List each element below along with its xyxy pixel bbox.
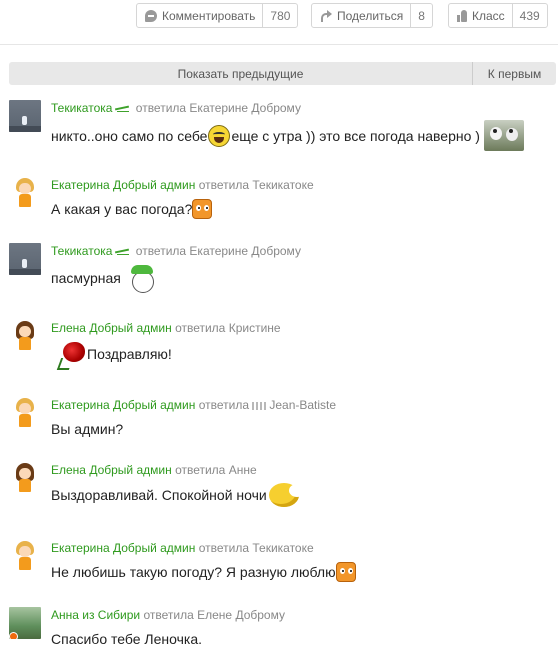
comment-header: Анна из Сибири ответила Елене Доброму xyxy=(51,607,285,623)
author-link[interactable]: Текикатока xyxy=(51,101,112,115)
comment-text-part: Вы админ? xyxy=(51,421,124,437)
meme-face-smiley-icon xyxy=(129,263,155,293)
like-icon xyxy=(457,9,467,22)
comment-icon xyxy=(145,9,157,22)
share-button[interactable]: Поделиться 8 xyxy=(311,3,433,28)
to-first-button[interactable]: К первым xyxy=(472,62,556,85)
share-count: 8 xyxy=(410,4,432,27)
comment-text: Поздравляю! xyxy=(51,338,172,370)
like-count: 439 xyxy=(511,4,547,27)
author-link[interactable]: Текикатока xyxy=(51,244,112,258)
reply-target-link[interactable]: Кристине xyxy=(229,321,281,335)
like-label: Класс xyxy=(472,8,505,23)
comment-text-part: Не любишь такую погоду? Я разную люблю xyxy=(51,564,336,580)
reply-verb: ответила xyxy=(135,101,187,115)
comment-button[interactable]: Комментировать 780 xyxy=(136,3,299,28)
comment-text-part: никто..оно само по себе xyxy=(51,127,208,144)
show-previous-button[interactable]: Показать предыдущие xyxy=(9,62,472,85)
comment-header: Екатерина Добрый админ ответила Текикато… xyxy=(51,540,314,556)
status-mark-icon xyxy=(115,248,130,256)
comment-text: А какая у вас погода? xyxy=(51,197,213,221)
reply-target-link[interactable]: Елене Доброму xyxy=(197,608,285,622)
birds-sticker-icon xyxy=(483,120,524,151)
comments-nav-bar: Показать предыдущие К первым xyxy=(9,62,556,85)
reply-verb: ответила xyxy=(135,244,187,258)
author-link[interactable]: Елена Добрый админ xyxy=(51,321,172,335)
avatar[interactable] xyxy=(9,320,41,352)
laughing-smiley-icon xyxy=(208,124,231,147)
comment-text-part: А какая у вас погода? xyxy=(51,201,193,217)
share-icon xyxy=(320,9,332,22)
avatar[interactable] xyxy=(9,462,41,494)
avatar[interactable] xyxy=(9,607,41,639)
avatar[interactable] xyxy=(9,100,41,132)
avatar[interactable] xyxy=(9,243,41,275)
comment-text: Спасибо тебе Леночка. xyxy=(51,627,202,651)
reply-target-link[interactable]: Екатерине Доброму xyxy=(189,244,301,258)
author-link[interactable]: Екатерина Добрый админ xyxy=(51,398,195,412)
reply-target-link[interactable]: Екатерине Доброму xyxy=(189,101,301,115)
status-mark-icon xyxy=(115,105,130,113)
author-link[interactable]: Елена Добрый админ xyxy=(51,463,172,477)
reply-target-link[interactable]: Текикатоке xyxy=(252,541,313,555)
reply-target-link[interactable]: Текикатоке xyxy=(252,178,313,192)
name-decoration-icon xyxy=(252,401,267,410)
avatar[interactable] xyxy=(9,540,41,572)
reply-target-link[interactable]: Jean-Batiste xyxy=(269,398,336,412)
comment-text: пасмурная xyxy=(51,263,155,293)
comment-label: Комментировать xyxy=(162,8,256,23)
avatar[interactable] xyxy=(9,177,41,209)
comment-header: Екатерина Добрый админ ответила Jean-Bat… xyxy=(51,397,336,413)
comment-text-part: Спасибо тебе Леночка. xyxy=(51,631,202,647)
reply-verb: ответила xyxy=(198,541,250,555)
comment-header: Елена Добрый админ ответила Кристине xyxy=(51,320,281,336)
comment-header: Текикатока ответила Екатерине Доброму xyxy=(51,243,301,259)
avatar[interactable] xyxy=(9,397,41,429)
reply-verb: ответила xyxy=(143,608,194,622)
comment-text: Не любишь такую погоду? Я разную люблю xyxy=(51,560,356,584)
comment-text-part: Выздоравливай. Спокойной ночи xyxy=(51,487,267,503)
rose-sticker-icon xyxy=(57,338,89,370)
comment-text: Выздоравливай. Спокойной ночи xyxy=(51,480,307,510)
author-link[interactable]: Екатерина Добрый админ xyxy=(51,541,195,555)
share-label: Поделиться xyxy=(337,8,404,23)
author-link[interactable]: Анна из Сибири xyxy=(51,608,140,622)
comment-header: Екатерина Добрый админ ответила Текикато… xyxy=(51,177,314,193)
comment-header: Текикатока ответила Екатерине Доброму xyxy=(51,100,301,116)
comment-text-part: Поздравляю! xyxy=(87,346,172,362)
reply-verb: ответила xyxy=(175,463,226,477)
comment-text-part: еще с утра )) это все погода наверно ) xyxy=(231,127,480,144)
comment-header: Елена Добрый админ ответила Анне xyxy=(51,462,257,478)
cat-smiley-icon xyxy=(192,199,213,219)
comment-count: 780 xyxy=(262,4,297,27)
comment-text-part: пасмурная xyxy=(51,270,121,286)
moon-sticker-icon xyxy=(267,480,307,510)
post-actions-bar: Комментировать 780 Поделиться 8 Класс 43… xyxy=(0,0,558,45)
reply-verb: ответила xyxy=(198,178,250,192)
reply-verb: ответила xyxy=(175,321,226,335)
author-link[interactable]: Екатерина Добрый админ xyxy=(51,178,195,192)
comment-text: Вы админ? xyxy=(51,417,123,441)
reply-target-link[interactable]: Анне xyxy=(229,463,257,477)
cat-smiley-icon xyxy=(335,562,356,582)
comment-text: никто..оно само по себе еще с утра )) эт… xyxy=(51,120,524,151)
reply-verb: ответила xyxy=(198,398,250,412)
like-button[interactable]: Класс 439 xyxy=(448,3,548,28)
